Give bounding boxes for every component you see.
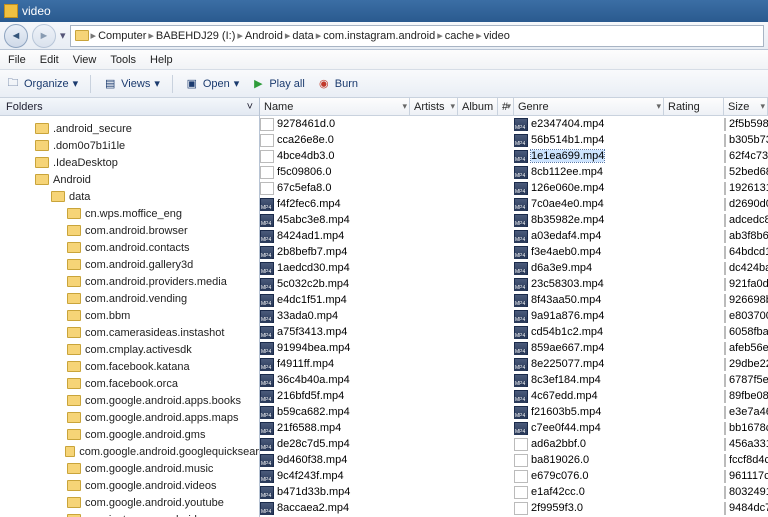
breadcrumb-segment[interactable]: ▸ cache <box>437 29 474 42</box>
file-row[interactable]: 9278461d.0e2347404.mp42f5b5983.0 <box>260 116 768 132</box>
tree-node[interactable]: com.google.android.youtube <box>6 494 259 511</box>
tree-node[interactable]: com.facebook.orca <box>6 375 259 392</box>
tree-node[interactable]: Android <box>6 171 259 188</box>
file-row[interactable]: 45abc3e8.mp48b35982e.mp4adcedc8a.0 <box>260 212 768 228</box>
column-headers: Name▾ Artists▾ Album #▾ Genre▾ Rating Si… <box>260 98 768 116</box>
tree-node[interactable]: com.android.contacts <box>6 239 259 256</box>
file-list: Name▾ Artists▾ Album #▾ Genre▾ Rating Si… <box>260 98 768 517</box>
tree-node[interactable]: com.android.gallery3d <box>6 256 259 273</box>
open-button[interactable]: ▣Open▾ <box>185 77 239 91</box>
tree-node[interactable]: .IdeaDesktop <box>6 154 259 171</box>
menu-view[interactable]: View <box>73 54 97 66</box>
tree-node[interactable]: com.android.vending <box>6 290 259 307</box>
col-artists[interactable]: Artists▾ <box>410 98 458 115</box>
folders-sidebar: Folders ˅ .android_secure.dom0o7b1i1le.I… <box>0 98 260 517</box>
col-size[interactable]: Size▾ <box>724 98 768 115</box>
tree-node[interactable]: com.google.android.apps.books <box>6 392 259 409</box>
file-row[interactable]: 91994bea.mp4859ae667.mp4afeb56e5.0 <box>260 340 768 356</box>
file-row[interactable]: b471d33b.mp4e1af42cc.080324918.0 <box>260 484 768 500</box>
back-button[interactable]: ◄ <box>4 24 28 48</box>
menu-help[interactable]: Help <box>150 54 173 66</box>
breadcrumb-segment[interactable]: ▸ com.instagram.android <box>316 29 435 42</box>
file-row[interactable]: f5c09806.08cb112ee.mp452bed682.0 <box>260 164 768 180</box>
file-row[interactable]: 36c4b40a.mp48c3ef184.mp46787f5e7.0 <box>260 372 768 388</box>
tree-node[interactable]: com.android.providers.media <box>6 273 259 290</box>
file-row[interactable]: 4bce4db3.01e1ea699.mp462f4c739.0 <box>260 148 768 164</box>
col-album[interactable]: Album <box>458 98 498 115</box>
menu-edit[interactable]: Edit <box>40 54 59 66</box>
col-genre[interactable]: Genre▾ <box>514 98 664 115</box>
tree-node[interactable]: com.google.android.gms <box>6 426 259 443</box>
history-dropdown-icon[interactable]: ▾ <box>60 29 66 42</box>
breadcrumb-segment[interactable]: ▸ video <box>476 29 510 42</box>
menu-bar: File Edit View Tools Help <box>0 50 768 70</box>
file-row[interactable]: f4f2fec6.mp47c0ae4e0.mp4d2690d0f.0 <box>260 196 768 212</box>
views-button[interactable]: ▤Views▾ <box>103 77 160 91</box>
tree-node[interactable]: com.facebook.katana <box>6 358 259 375</box>
col-name[interactable]: Name▾ <box>260 98 410 115</box>
tree-node[interactable]: com.cmplay.activesdk <box>6 341 259 358</box>
col-num[interactable]: #▾ <box>498 98 514 115</box>
chevron-down-icon: ˅ <box>247 101 253 113</box>
burn-button[interactable]: ◉Burn <box>317 77 358 91</box>
file-row[interactable]: 8424ad1.mp4a03edaf4.mp4ab3f8b65.0 <box>260 228 768 244</box>
col-rating[interactable]: Rating <box>664 98 724 115</box>
toolbar: 🗀Organize▾ ▤Views▾ ▣Open▾ ▶Play all ◉Bur… <box>0 70 768 98</box>
file-row[interactable]: b59ca682.mp4f21603b5.mp4e3e7a466.0 <box>260 404 768 420</box>
playall-button[interactable]: ▶Play all <box>251 77 304 91</box>
file-row[interactable]: 5c032c2b.mp423c58303.mp4921fa0dc.0 <box>260 276 768 292</box>
nav-bar: ◄ ► ▾ ▸ Computer▸ BABEHDJ29 (I:)▸ Androi… <box>0 22 768 50</box>
file-row[interactable]: cca26e8e.056b514b1.mp4b305b732.0 <box>260 132 768 148</box>
window-icon <box>4 4 18 18</box>
file-row[interactable]: 33ada0.mp49a91a876.mp4e8037006.0 <box>260 308 768 324</box>
address-bar[interactable]: ▸ Computer▸ BABEHDJ29 (I:)▸ Android▸ dat… <box>70 25 764 47</box>
tree-node[interactable]: .android_secure <box>6 120 259 137</box>
folder-icon <box>75 30 89 41</box>
file-row[interactable]: f4911ff.mp48e225077.mp429dbe223.0 <box>260 356 768 372</box>
tree-node[interactable]: com.google.android.music <box>6 460 259 477</box>
sidebar-header[interactable]: Folders ˅ <box>0 98 259 116</box>
tree-node[interactable]: data <box>6 188 259 205</box>
file-row[interactable]: de28c7d5.mp4ad6a2bbf.0456a3314.0 <box>260 436 768 452</box>
tree-node[interactable]: .dom0o7b1i1le <box>6 137 259 154</box>
breadcrumb-segment[interactable]: ▸ Android <box>237 29 282 42</box>
breadcrumb-segment[interactable]: ▸ BABEHDJ29 (I:) <box>148 29 235 42</box>
file-row[interactable]: 216bfd5f.mp44c67edd.mp489fbe084.0 <box>260 388 768 404</box>
tree-node[interactable]: com.google.android.googlequicksear <box>6 443 259 460</box>
menu-tools[interactable]: Tools <box>110 54 136 66</box>
file-row[interactable]: 9c4f243f.mp4e679c076.0961117c.0 <box>260 468 768 484</box>
file-row[interactable]: e4dc1f51.mp48f43aa50.mp4926698bc.0 <box>260 292 768 308</box>
title-bar: video <box>0 0 768 22</box>
tree-node[interactable]: com.instagram.android <box>6 511 259 517</box>
tree-node[interactable]: cn.wps.moffice_eng <box>6 205 259 222</box>
organize-button[interactable]: 🗀Organize▾ <box>6 77 78 91</box>
file-row[interactable]: 1aedcd30.mp4d6a3e9.mp4dc424ba.0 <box>260 260 768 276</box>
tree-node[interactable]: com.google.android.videos <box>6 477 259 494</box>
file-row[interactable]: 67c5efa8.0126e060e.mp419261313.0 <box>260 180 768 196</box>
breadcrumb-segment[interactable]: ▸ data <box>285 29 314 42</box>
menu-file[interactable]: File <box>8 54 26 66</box>
forward-button[interactable]: ► <box>32 24 56 48</box>
window-title: video <box>22 4 51 18</box>
tree-node[interactable]: com.android.browser <box>6 222 259 239</box>
file-row[interactable]: 21f6588.mp4c7ee0f44.mp4bb1678c1.0 <box>260 420 768 436</box>
breadcrumb-segment[interactable]: ▸ Computer <box>91 29 147 42</box>
file-row[interactable]: a75f3413.mp4cd54b1c2.mp46058fba8.0 <box>260 324 768 340</box>
file-row[interactable]: 8accaea2.mp42f9959f3.09484dc7c.0 <box>260 500 768 516</box>
tree-node[interactable]: com.camerasideas.instashot <box>6 324 259 341</box>
file-row[interactable]: 9d460f38.mp4ba819026.0fccf8d4c.0 <box>260 452 768 468</box>
tree-node[interactable]: com.bbm <box>6 307 259 324</box>
file-row[interactable]: 2b8befb7.mp4f3e4aeb0.mp464bdcd15.0 <box>260 244 768 260</box>
tree-node[interactable]: com.google.android.apps.maps <box>6 409 259 426</box>
